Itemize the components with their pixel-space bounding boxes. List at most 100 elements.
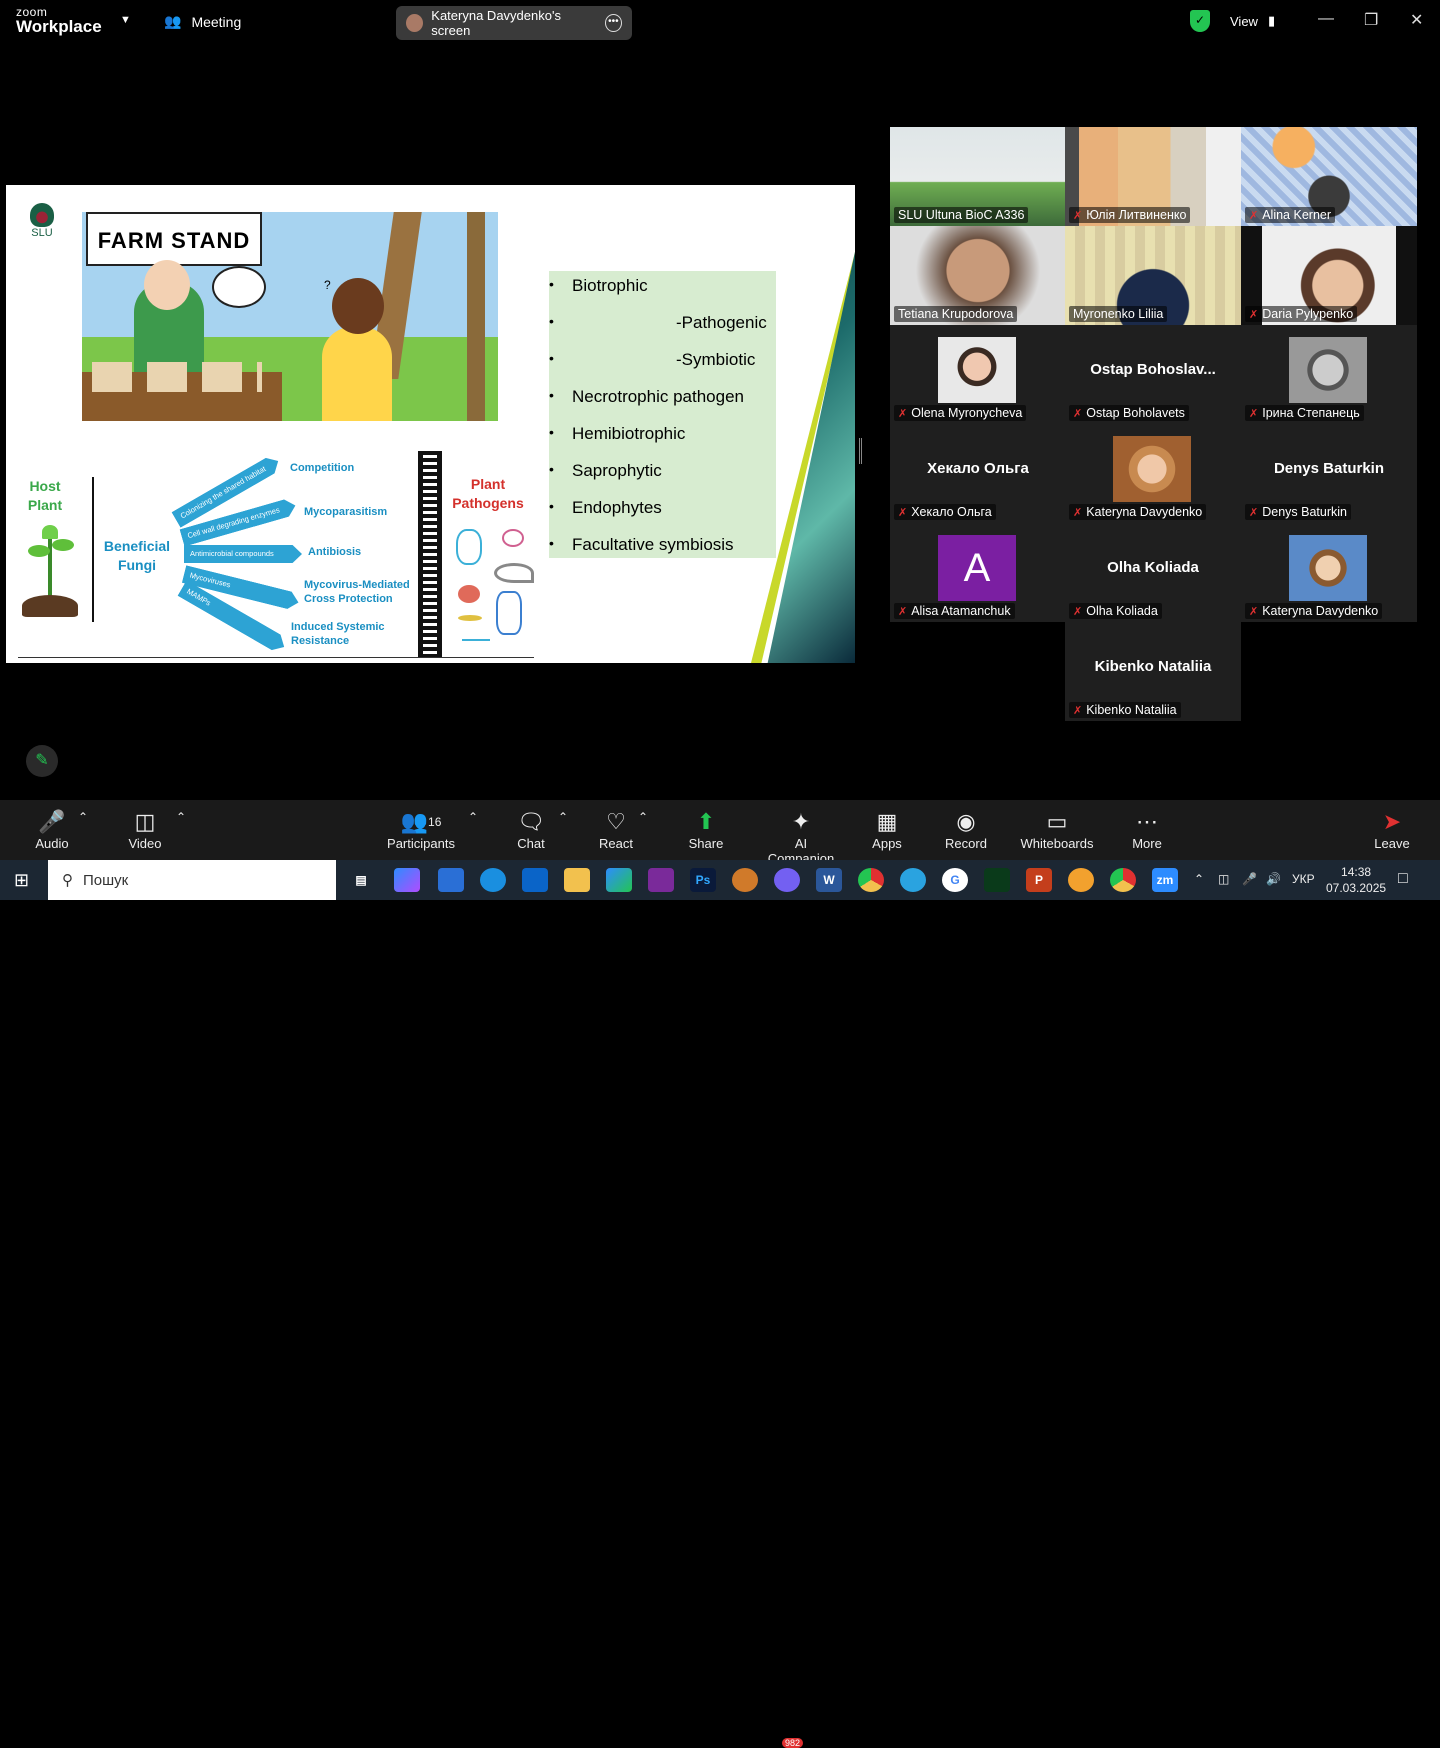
whiteboards-button[interactable]: ▭ Whiteboards xyxy=(1018,808,1096,851)
participant-photo xyxy=(1289,337,1367,403)
share-icon: ⬆ xyxy=(696,809,716,834)
minimize-icon[interactable]: — xyxy=(1318,10,1334,28)
language-indicator[interactable]: УКР xyxy=(1292,872,1315,886)
people-icon: 👥 xyxy=(400,809,429,834)
meeting-menu[interactable]: 👥 Meeting xyxy=(164,13,241,30)
microbe-icon xyxy=(494,563,534,583)
sparkle-icon: ✦ xyxy=(791,809,811,834)
telegram-icon[interactable] xyxy=(900,868,926,892)
google-icon[interactable]: G xyxy=(942,868,968,892)
participant-tile[interactable]: ✗ Olena Myronycheva xyxy=(890,325,1066,424)
participant-tile[interactable]: ✗ Alina Kerner xyxy=(1241,127,1417,226)
notifications-icon[interactable]: □ xyxy=(1398,870,1408,888)
app-icon[interactable] xyxy=(984,868,1010,892)
farm-stand-cartoon: FARM STAND ? xyxy=(82,212,498,421)
ai-companion-button[interactable]: ✦ AI Companion xyxy=(760,808,842,866)
viber-badge: 982 xyxy=(782,1738,804,1748)
audio-button[interactable]: 🎤 Audio xyxy=(32,808,72,851)
mic-muted-icon: ✗ xyxy=(1249,209,1259,222)
apps-icon: ▦ xyxy=(876,809,898,834)
annotate-pencil-icon[interactable]: ✎ xyxy=(26,745,58,777)
participant-tile[interactable]: Хекало Ольга ✗ Хекало Ольга xyxy=(890,424,1066,523)
chat-button[interactable]: 🗨 Chat xyxy=(514,808,548,851)
m365-icon[interactable] xyxy=(606,868,632,892)
spiral-binding xyxy=(418,451,442,657)
label-mycoparasitism: Mycoparasitism xyxy=(304,506,388,518)
participant-tile[interactable]: Denys Baturkin ✗ Denys Baturkin xyxy=(1241,424,1417,523)
react-button[interactable]: ♡ React xyxy=(598,808,634,851)
store-icon[interactable] xyxy=(438,868,464,892)
beneficial-fungi-label: Beneficial Fungi xyxy=(103,538,171,573)
participant-tile[interactable]: Ostap Bohoslav... ✗ Ostap Boholavets xyxy=(1065,325,1241,424)
windows-start-icon[interactable]: ⊞ xyxy=(14,870,29,891)
chrome-icon[interactable] xyxy=(1110,868,1136,892)
app-icon[interactable] xyxy=(1068,868,1094,892)
participant-tile[interactable]: SLU Ultuna BioC A336 xyxy=(890,127,1066,226)
video-button[interactable]: ◫ Video xyxy=(124,808,166,851)
more-icon: ⋯ xyxy=(1136,809,1158,834)
pdf-app-icon[interactable] xyxy=(648,868,674,892)
trophic-types-list: • Biotrophic • -Pathogenic • -Symbiotic • Ne… xyxy=(549,271,776,558)
participant-tile[interactable]: ✗ Kateryna Davydenko xyxy=(1241,523,1417,622)
participant-tile[interactable]: ✗ Ірина Степанець xyxy=(1241,325,1417,424)
participant-photo xyxy=(1113,436,1191,502)
participant-tile[interactable]: ✗ Юлія Литвиненко xyxy=(1065,127,1241,226)
record-button[interactable]: ◉ Record xyxy=(944,808,988,851)
chevron-up-icon[interactable]: ⌃ xyxy=(1194,872,1204,886)
mic-muted-icon: ✗ xyxy=(898,506,908,519)
zoom-taskbar-icon[interactable]: zm xyxy=(1152,868,1178,892)
chevron-down-icon[interactable]: ▼ xyxy=(120,14,131,26)
camera-icon: ◫ xyxy=(134,809,156,834)
outlook-icon[interactable] xyxy=(522,868,548,892)
share-button[interactable]: ⬆ Share xyxy=(688,808,724,851)
chrome-icon[interactable] xyxy=(858,868,884,892)
mic-muted-icon: ✗ xyxy=(1249,407,1259,420)
more-button[interactable]: ⋯ More xyxy=(1128,808,1166,851)
screen-share-pill[interactable]: Kateryna Davydenko's screen ••• xyxy=(396,6,632,40)
shield-icon[interactable]: ✓ xyxy=(1190,10,1210,32)
label-isr: Induced Systemic Resistance xyxy=(291,621,385,647)
photoshop-icon[interactable]: Ps xyxy=(690,868,716,892)
word-icon[interactable]: W xyxy=(816,868,842,892)
label-mycovirus: Mycovirus-Mediated Cross Protection xyxy=(304,579,410,605)
arrow-antimicrobial: Antimicrobial compounds xyxy=(184,545,302,563)
media-player-icon[interactable] xyxy=(732,868,758,892)
grid-icon: ▮ xyxy=(1267,13,1276,28)
copilot-icon[interactable] xyxy=(394,868,420,892)
mic-muted-icon: ✗ xyxy=(1073,605,1083,618)
powerpoint-icon[interactable]: P xyxy=(1026,868,1052,892)
participant-tile[interactable]: A ✗ Alisa Atamanchuk xyxy=(890,523,1066,622)
camera-tray-icon[interactable]: ◫ xyxy=(1218,872,1229,886)
leave-button[interactable]: ➤ Leave xyxy=(1372,808,1412,851)
task-view-icon[interactable]: ▤ xyxy=(348,868,374,892)
taskbar-search[interactable]: ⚲ Пошук xyxy=(48,860,336,900)
participants-button[interactable]: 👥16 Participants xyxy=(386,808,456,851)
participant-tile[interactable]: ✗ Kateryna Davydenko xyxy=(1065,424,1241,523)
maximize-icon[interactable]: ❐ xyxy=(1364,10,1378,30)
plant-icon xyxy=(20,525,80,617)
apps-button[interactable]: ▦ Apps xyxy=(870,808,904,851)
participant-tile[interactable]: Myronenko Liliia xyxy=(1065,226,1241,325)
participant-tile[interactable]: Olha Koliada ✗ Olha Koliada xyxy=(1065,523,1241,622)
clock[interactable]: 14:38 07.03.2025 xyxy=(1326,864,1386,896)
edge-icon[interactable] xyxy=(480,868,506,892)
meeting-toolbar: 🎤 Audio ⌃ ◫ Video ⌃ 👥16 Participants ⌃ 🗨… xyxy=(0,800,1440,866)
participant-tile[interactable]: ✗ Daria Pylypenko xyxy=(1241,226,1417,325)
participant-tile[interactable]: Tetiana Krupodorova xyxy=(890,226,1066,325)
mic-muted-icon: ✗ xyxy=(1249,506,1259,519)
more-options-icon[interactable]: ••• xyxy=(604,14,623,32)
slu-leaf-icon xyxy=(30,203,54,227)
microbe-icon xyxy=(496,591,522,635)
shared-screen[interactable]: SLU FARM STAND ? • Biotrophic • -Pathogeni… xyxy=(6,185,855,663)
view-button[interactable]: View ▮ xyxy=(1230,13,1275,29)
viber-icon[interactable] xyxy=(774,868,800,892)
avatar xyxy=(406,14,424,32)
folder-icon[interactable] xyxy=(564,868,590,892)
host-plant-label: Host Plant xyxy=(27,478,63,513)
participant-tile[interactable]: Kibenko Nataliia ✗ Kibenko Nataliia xyxy=(1065,622,1241,721)
speaker-icon[interactable]: 🔊 xyxy=(1266,872,1281,886)
close-icon[interactable]: ✕ xyxy=(1410,10,1423,30)
mic-tray-icon[interactable]: 🎤 xyxy=(1242,872,1257,886)
splitter-handle[interactable] xyxy=(859,438,862,464)
mic-muted-icon: ✗ xyxy=(1073,704,1083,717)
